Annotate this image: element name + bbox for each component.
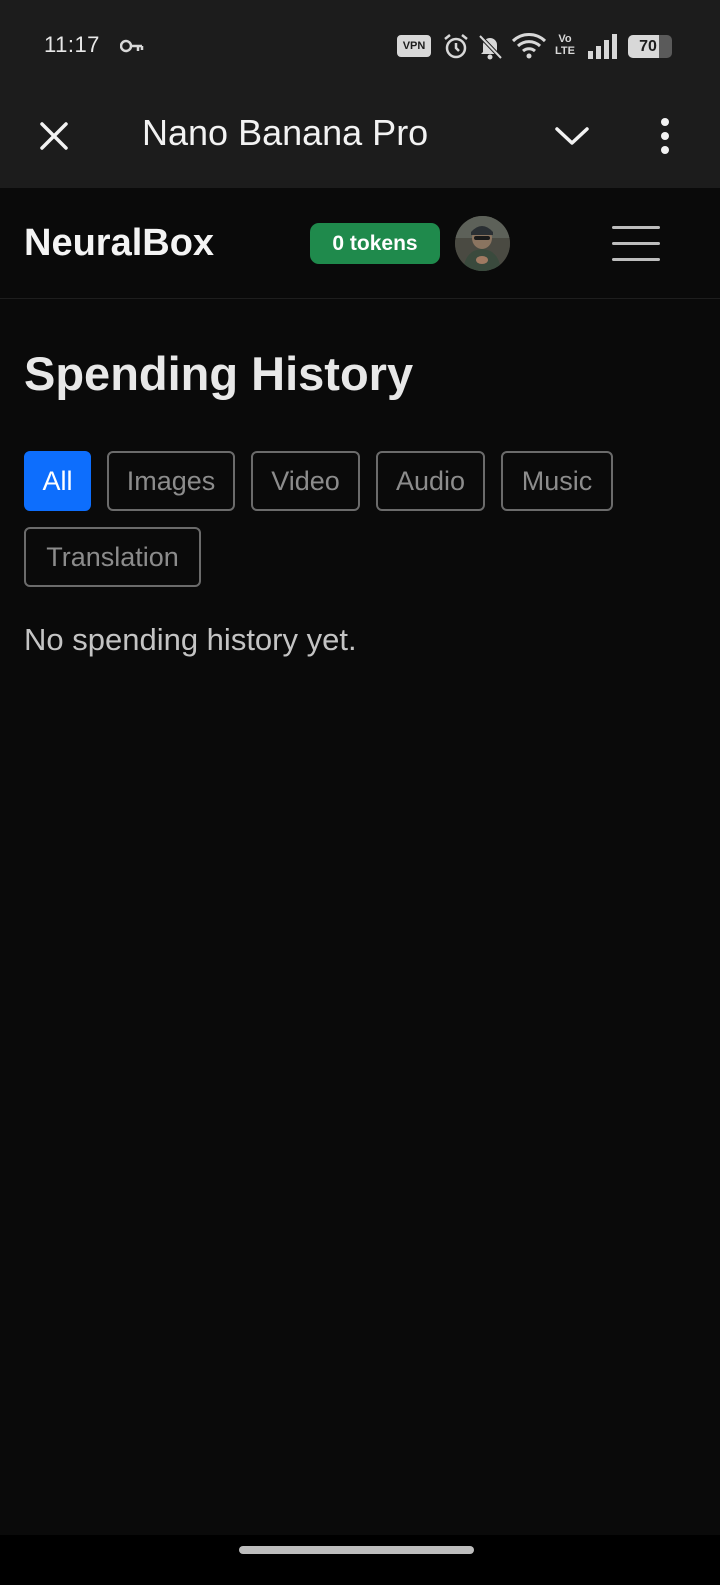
status-bar: 11:17 VPN Vo LTE 70 [0, 0, 720, 92]
filter-chip-audio[interactable]: Audio [376, 451, 485, 511]
filter-chip-images[interactable]: Images [107, 451, 235, 511]
vpn-icon: VPN [397, 35, 431, 57]
battery-label: 70 [639, 38, 657, 55]
key-icon [120, 39, 144, 53]
bell-off-icon [478, 34, 503, 60]
close-icon[interactable] [30, 112, 78, 160]
signal-icon [588, 34, 617, 59]
filter-chip-video[interactable]: Video [251, 451, 360, 511]
filter-chip-all[interactable]: All [24, 451, 91, 511]
wifi-icon [511, 33, 547, 59]
filter-chip-music[interactable]: Music [501, 451, 613, 511]
app-title: Nano Banana Pro [142, 112, 429, 153]
hamburger-menu-icon[interactable] [610, 222, 662, 266]
home-indicator[interactable] [239, 1546, 474, 1554]
chevron-down-icon[interactable] [548, 112, 596, 160]
site-header: NeuralBox 0 tokens [0, 188, 720, 299]
status-time: 11:17 [44, 32, 100, 57]
more-vertical-icon[interactable] [645, 112, 685, 160]
filter-chip-translation[interactable]: Translation [24, 527, 201, 587]
avatar[interactable] [455, 216, 510, 271]
battery-icon: 70 [628, 35, 672, 58]
brand-logo[interactable]: NeuralBox [24, 222, 214, 265]
system-nav-bar [0, 1535, 720, 1585]
alarm-icon [444, 34, 468, 59]
tokens-badge[interactable]: 0 tokens [310, 223, 440, 264]
app-bar: Nano Banana Pro [0, 92, 720, 188]
page-title: Spending History [24, 347, 414, 400]
empty-state-message: No spending history yet. [24, 622, 357, 657]
volte-icon: Vo LTE [555, 33, 575, 57]
